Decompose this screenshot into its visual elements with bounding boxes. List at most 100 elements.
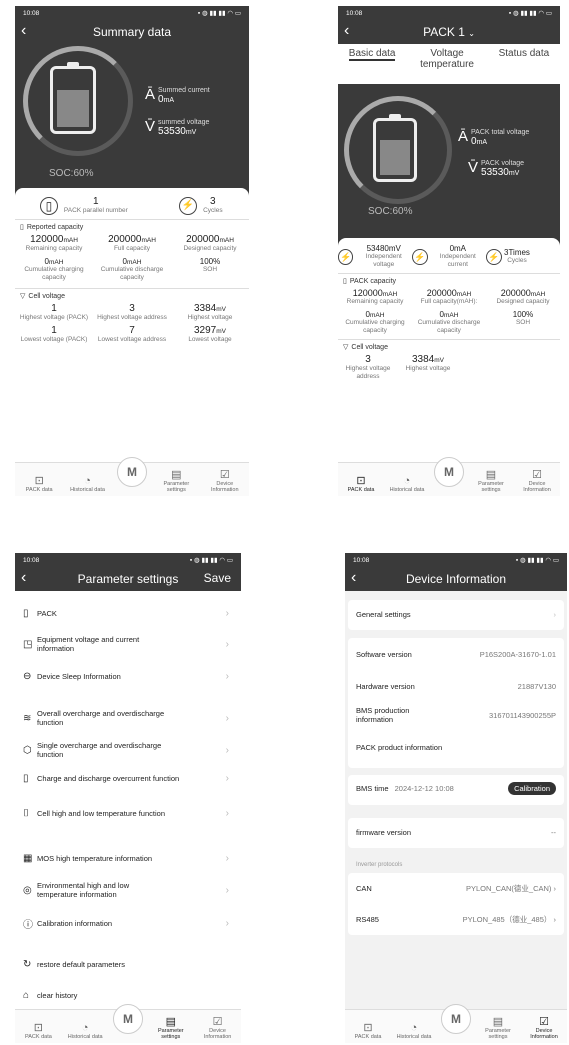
general-settings-row[interactable]: General settings ›	[348, 600, 564, 630]
back-icon[interactable]: ‹	[21, 569, 26, 587]
param-item-overall-overcharge[interactable]: ≋ Overall overcharge and overdischarge fu…	[15, 709, 241, 727]
tab-basic-data[interactable]: Basic data	[348, 48, 396, 61]
tab-home-logo[interactable]: M	[441, 1004, 471, 1040]
cap-unit: mAH	[219, 237, 234, 244]
voltage-bolt-icon: ⚡	[338, 248, 354, 265]
tab-device-information[interactable]: ☑ Device Information	[518, 468, 556, 493]
param-item-equipment[interactable]: ◳ Equipment voltage and current informati…	[15, 635, 241, 653]
history-icon: ◔	[403, 475, 411, 487]
status-time: 10:08	[353, 556, 370, 564]
clear-history-button[interactable]: ⌂ clear history	[15, 990, 241, 1001]
tab-device-information[interactable]: ☑ Device Information	[525, 1015, 563, 1040]
chevron-right-icon: ›	[225, 671, 229, 682]
reported-capacity-header: ▯ Reported capacity	[15, 219, 249, 234]
back-icon[interactable]: ‹	[351, 569, 356, 587]
param-item-environmental-temperature[interactable]: ◎ Environmental high and low temperature …	[15, 881, 241, 899]
cell-voltage-title: Cell voltage	[351, 343, 388, 351]
tab-historical-data[interactable]: ◔ Historical data	[66, 1022, 104, 1040]
param-label: MOS high temperature information	[37, 854, 153, 863]
pack-capacity-title: PACK capacity	[349, 277, 397, 285]
current-icon: Ā	[145, 86, 156, 103]
tab-parameter-settings[interactable]: ▤ Parameter settings	[157, 468, 195, 493]
param-item-single-overcharge[interactable]: ⬡ Single overcharge and overdischarge fun…	[15, 741, 241, 759]
save-button[interactable]: Save	[204, 571, 231, 585]
tab-pack-data[interactable]: ⊡ PACK data	[20, 474, 58, 493]
param-item-cell-temperature[interactable]: ⌷ Cell high and low temperature function ›	[15, 808, 241, 819]
bottom-tab-bar: ⊡ PACK data ◔ Historical data M ▤ Parameter…	[15, 1004, 241, 1043]
param-item-pack[interactable]: ▯ PACK ›	[15, 608, 241, 619]
pack-product-row: PACK product information	[348, 743, 564, 752]
cap-value: 200000	[426, 288, 457, 298]
tab-parameter-settings[interactable]: ▤ Parameter settings	[152, 1015, 190, 1040]
cap-value: 200000	[186, 234, 220, 245]
tab-pack-data[interactable]: ⊡ PACK data	[19, 1021, 57, 1040]
restore-icon: ↻	[23, 959, 32, 970]
pack-cycles-row: ▯ 1 PACK parallel number ⚡ 3 Cycles	[15, 188, 249, 219]
hardware-version-row: Hardware version 21887V130	[348, 682, 564, 691]
tab-parameter-settings[interactable]: ▤ Parameter settings	[479, 1015, 517, 1040]
voltage-unit: mV	[508, 170, 520, 177]
current-icon: Ā	[458, 128, 469, 145]
tab-home-logo[interactable]: M	[112, 1004, 143, 1040]
chevron-right-icon: ›	[225, 608, 229, 619]
tab-label: Device Information	[203, 1028, 232, 1040]
pack-icon: ▯	[23, 608, 29, 619]
tab-historical-data[interactable]: ◔ Historical data	[395, 1022, 433, 1040]
pack-capacity-header: ▯ PACK capacity	[338, 273, 560, 288]
cv-value: 3	[365, 354, 371, 365]
total-voltage-label: PACK total voltage	[471, 129, 530, 136]
firmware-version-value: --	[551, 828, 556, 837]
rs485-row[interactable]: RS485 PYLON_485（德业_485） ›	[348, 914, 564, 925]
independent-voltage-label: Independent voltage	[365, 253, 402, 268]
cell-voltage-row-1: 1 Highest voltage (PACK) 3 Highest voltage…	[15, 303, 249, 322]
can-row[interactable]: CAN PYLON_CAN(德业_CAN) ›	[348, 883, 564, 894]
voltage-unit: mV	[185, 129, 197, 136]
title-bar: ‹ PACK 1 ⌄	[338, 20, 560, 44]
cv-label: Highest voltage (PACK)	[19, 314, 89, 321]
tab-pack-data[interactable]: ⊡ PACK data	[342, 474, 380, 493]
tab-historical-data[interactable]: ◔ Historical data	[388, 475, 426, 493]
tab-pack-data[interactable]: ⊡ PACK data	[349, 1021, 387, 1040]
back-icon[interactable]: ‹	[344, 22, 349, 40]
tab-device-information[interactable]: ☑ Device Information	[206, 468, 244, 493]
inverter-protocols-label: Inverter protocols	[356, 862, 403, 868]
restore-defaults-button[interactable]: ↻ restore default parameters	[15, 959, 241, 970]
param-item-sleep[interactable]: ⊖ Device Sleep Information ›	[15, 671, 241, 682]
parameter-list: ▯ PACK › ◳ Equipment voltage and current in…	[15, 591, 241, 1009]
param-item-calibration[interactable]: ⓘ Calibration information ›	[15, 916, 241, 931]
tab-device-information[interactable]: ☑ Device Information	[199, 1015, 237, 1040]
tab-status-data[interactable]: Status data	[499, 48, 550, 59]
tab-label: Historical data	[396, 1034, 432, 1040]
tab-home-logo[interactable]: M	[434, 457, 464, 493]
clear-icon: ⌂	[23, 990, 30, 1001]
cap-label: Remaining capacity	[25, 245, 83, 252]
calibration-button[interactable]: Calibration	[508, 782, 556, 795]
status-bar: 10:08 ▪ ◍ ▮▮ ▮▮ ◠ ▭	[345, 553, 567, 567]
cv-value: 3	[129, 303, 135, 314]
tab-home-logo[interactable]: M	[116, 457, 147, 493]
cv-label: Lowest voltage address	[97, 336, 167, 343]
back-icon[interactable]: ‹	[21, 22, 26, 40]
summed-voltage: V̄ summed voltage 53530mV	[145, 119, 209, 137]
cv-label: Highest voltage address	[97, 314, 167, 321]
tab-parameter-settings[interactable]: ▤ Parameter settings	[472, 468, 510, 493]
logo-icon: M	[116, 457, 147, 487]
tab-historical-data[interactable]: ◔ Historical data	[69, 475, 107, 493]
cv-unit: mV	[434, 357, 444, 364]
pack-selector[interactable]: PACK 1 ⌄	[423, 25, 475, 39]
capacity-row-1: 120000mAH Remaining capacity 200000mAH Ful…	[15, 234, 249, 253]
header: 10:08 ▪ ◍ ▮▮ ▮▮ ◠ ▭ ‹ Device Information	[345, 553, 567, 591]
cv-value: 3384	[194, 303, 217, 314]
param-item-mos-temperature[interactable]: ▦ MOS high temperature information ›	[15, 853, 241, 864]
tab-voltage-temperature[interactable]: Voltage temperature	[417, 48, 477, 70]
param-item-overcurrent[interactable]: ▯ Charge and discharge overcurrent functi…	[15, 773, 241, 784]
pack-data-icon: ⊡	[363, 1022, 373, 1034]
page-title: Summary data	[92, 25, 172, 39]
parameter-settings-screen: 10:08 ▪ ◍ ▮▮ ▮▮ ◠ ▭ ‹ Parameter settings …	[15, 553, 241, 1043]
bms-production-value: 316701143900255P	[488, 710, 556, 720]
pack-voltage-value: 53530	[481, 167, 509, 178]
cv-value: 3384	[412, 354, 435, 365]
hexagon-icon: ⬡	[23, 744, 32, 756]
summary-card: ▯ 1 PACK parallel number ⚡ 3 Cycles ▯ Reporte…	[15, 188, 249, 462]
cap-label: Designed capacity	[496, 298, 550, 305]
